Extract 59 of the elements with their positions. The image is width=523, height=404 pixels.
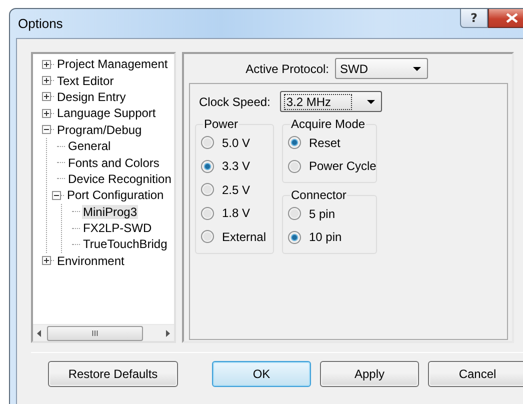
tree-item[interactable]: TrueTouchBridg (82, 237, 168, 252)
tree-item[interactable]: Text Editor (56, 74, 115, 88)
tree-item[interactable]: Language Support (56, 106, 157, 120)
tree-item[interactable]: Fonts and Colors (67, 156, 160, 170)
tree-item[interactable]: FX2LP-SWD (82, 221, 153, 236)
tree-item[interactable]: Environment (56, 254, 126, 268)
radio-label[interactable]: 5.0 V (222, 136, 250, 150)
radio-button[interactable] (201, 136, 214, 150)
expand-icon[interactable] (42, 92, 51, 102)
radio-button[interactable] (288, 160, 301, 173)
scroll-right-icon[interactable] (166, 330, 170, 336)
group-title: Connector (290, 188, 348, 202)
tree-item[interactable]: Port Configuration (66, 188, 165, 202)
close-button[interactable] (488, 9, 523, 28)
radio-label[interactable]: Reset (309, 136, 340, 150)
radio-label[interactable]: Power Cycle (309, 159, 376, 174)
group-title: Power (203, 117, 240, 131)
collapse-icon[interactable] (52, 190, 61, 200)
tree-item[interactable]: Program/Debug (56, 122, 143, 137)
radio-label[interactable]: 10 pin (309, 230, 342, 244)
group-title: Acquire Mode (290, 117, 366, 131)
radio-button[interactable] (201, 230, 214, 244)
caret-icon (413, 66, 421, 70)
dialog-button[interactable]: Cancel (428, 361, 523, 387)
radio-label[interactable]: 3.3 V (222, 159, 250, 174)
dialog-button[interactable]: Apply (320, 361, 419, 387)
expand-icon[interactable] (42, 108, 51, 118)
expand-icon[interactable] (42, 60, 51, 69)
field-label: Active Protocol: (246, 62, 329, 76)
tree-item[interactable]: MiniProg3 (82, 204, 138, 219)
tree-item[interactable]: General (67, 139, 112, 154)
tree-item[interactable]: Project Management (56, 57, 169, 72)
radio-button[interactable] (288, 136, 301, 150)
window-title: Options (18, 16, 63, 31)
radio-label[interactable]: 2.5 V (222, 182, 250, 197)
scroll-left-icon[interactable] (37, 330, 41, 336)
scroll-thumb[interactable]: III (47, 326, 143, 340)
close-icon (506, 13, 518, 23)
radio-label[interactable]: External (222, 230, 266, 244)
expand-icon[interactable] (42, 256, 51, 266)
clock-speed-dropdown[interactable]: 3.2 MHz (280, 91, 382, 112)
dialog-button[interactable]: Restore Defaults (48, 361, 178, 387)
help-button[interactable]: ? (460, 9, 488, 28)
expand-icon[interactable] (42, 76, 51, 86)
radio-button[interactable] (201, 206, 214, 220)
radio-label[interactable]: 1.8 V (222, 206, 250, 220)
radio-button[interactable] (201, 183, 214, 196)
radio-button[interactable] (288, 230, 301, 244)
radio-button[interactable] (288, 207, 301, 220)
horizontal-scrollbar[interactable]: III (33, 324, 174, 341)
tree-item[interactable]: Device Recognition (67, 172, 172, 186)
caret-icon (367, 100, 376, 104)
collapse-icon[interactable] (42, 125, 51, 134)
dialog-button[interactable]: OK (212, 361, 311, 387)
protocol-dropdown[interactable]: SWD (335, 58, 428, 79)
tree-item[interactable]: Design Entry (56, 90, 127, 104)
field-label: Clock Speed: (199, 94, 270, 108)
radio-button[interactable] (201, 160, 214, 173)
radio-label[interactable]: 5 pin (309, 206, 336, 221)
